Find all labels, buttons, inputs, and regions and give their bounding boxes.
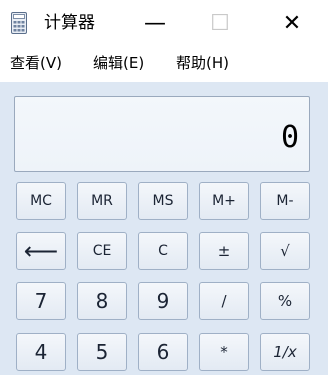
menu-help[interactable]: 帮助(H) bbox=[176, 53, 229, 73]
close-button[interactable]: ✕ bbox=[262, 0, 322, 46]
menu-view[interactable]: 查看(V) bbox=[10, 53, 62, 73]
calculator-icon bbox=[11, 12, 27, 34]
percent-button[interactable]: % bbox=[260, 282, 310, 320]
m-plus-button[interactable]: M+ bbox=[199, 182, 249, 220]
backspace-button[interactable]: ⟵ bbox=[16, 232, 66, 270]
display-value: 0 bbox=[280, 120, 299, 155]
ce-button[interactable]: CE bbox=[77, 232, 127, 270]
mr-button[interactable]: MR bbox=[77, 182, 127, 220]
maximize-icon: ☐ bbox=[210, 10, 230, 36]
digit-6-button[interactable]: 6 bbox=[138, 333, 188, 371]
digit-5-button[interactable]: 5 bbox=[77, 333, 127, 371]
digit-4-button[interactable]: 4 bbox=[16, 333, 66, 371]
mc-button[interactable]: MC bbox=[16, 182, 66, 220]
divide-button[interactable]: / bbox=[199, 282, 249, 320]
digit-7-button[interactable]: 7 bbox=[16, 282, 66, 320]
multiply-button[interactable]: * bbox=[199, 333, 249, 371]
display-panel: 0 bbox=[14, 96, 310, 172]
window-title: 计算器 bbox=[44, 13, 95, 33]
sqrt-button[interactable]: √ bbox=[260, 232, 310, 270]
calculator-body: 0 MC MR MS M+ M- ⟵ CE C ± √ 7 8 9 / % 4 … bbox=[0, 82, 328, 375]
c-button[interactable]: C bbox=[138, 232, 188, 270]
backspace-arrow-icon: ⟵ bbox=[23, 237, 59, 265]
menu-edit[interactable]: 编辑(E) bbox=[93, 53, 144, 73]
minimize-button[interactable]: — bbox=[125, 0, 185, 46]
ms-button[interactable]: MS bbox=[138, 182, 188, 220]
m-minus-button[interactable]: M- bbox=[260, 182, 310, 220]
maximize-button[interactable]: ☐ bbox=[190, 0, 250, 46]
minimize-icon: — bbox=[144, 10, 166, 36]
title-bar: 计算器 — ☐ ✕ bbox=[0, 0, 328, 46]
reciprocal-button[interactable]: 1/x bbox=[260, 333, 310, 371]
digit-9-button[interactable]: 9 bbox=[138, 282, 188, 320]
menu-bar: 查看(V) 编辑(E) 帮助(H) bbox=[0, 46, 328, 82]
close-icon: ✕ bbox=[282, 10, 302, 36]
plus-minus-button[interactable]: ± bbox=[199, 232, 249, 270]
digit-8-button[interactable]: 8 bbox=[77, 282, 127, 320]
